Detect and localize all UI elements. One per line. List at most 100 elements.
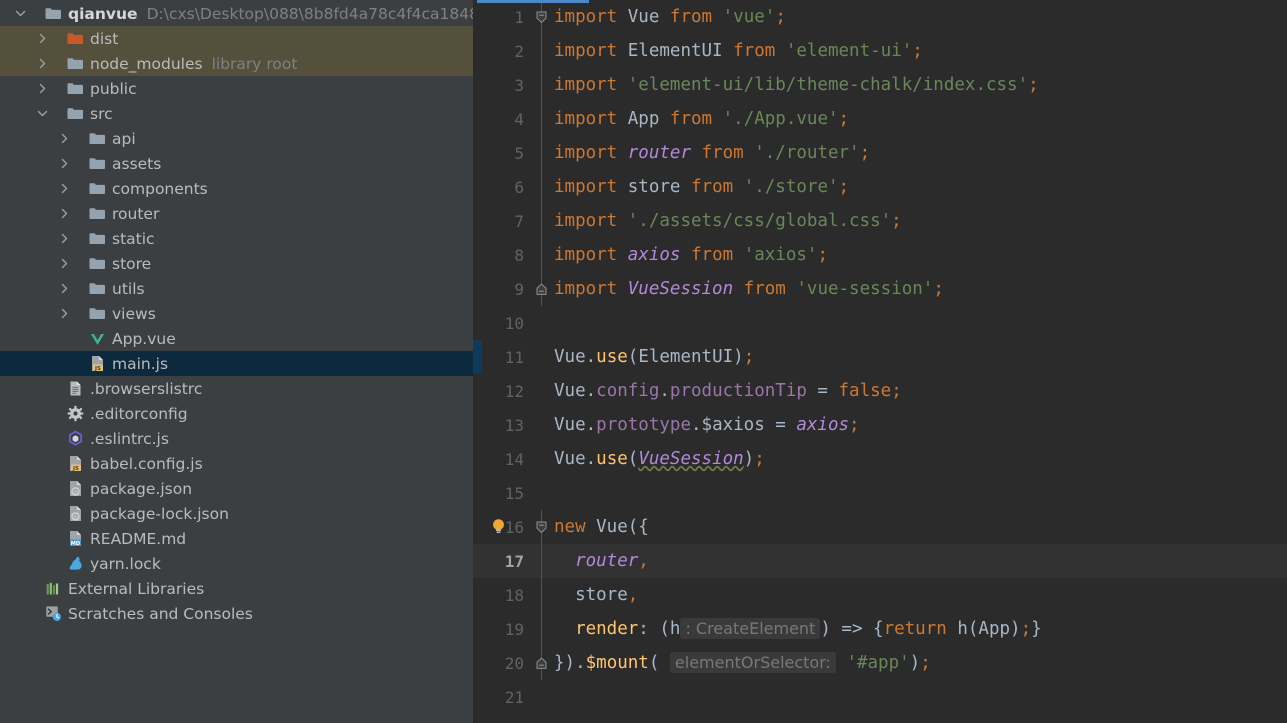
- line-number[interactable]: 1: [473, 8, 530, 27]
- line-number[interactable]: 9: [473, 280, 530, 299]
- code-text[interactable]: }).$mount( elementOrSelector: '#app');: [552, 652, 931, 673]
- code-text[interactable]: import Vue from 'vue';: [552, 7, 786, 27]
- code-line[interactable]: 14 Vue.use(VueSession);: [473, 442, 1287, 476]
- code-text[interactable]: Vue.use(VueSession);: [552, 449, 765, 469]
- chevron-down-icon[interactable]: [14, 7, 27, 20]
- line-number[interactable]: 20: [473, 654, 530, 673]
- tree-row-utils[interactable]: utils: [0, 276, 473, 301]
- chevron-right-icon[interactable]: [58, 282, 71, 295]
- chevron-right-icon[interactable]: [36, 57, 49, 70]
- tree-row-editorconfig[interactable]: .editorconfig: [0, 401, 473, 426]
- code-line[interactable]: 1 import Vue from 'vue';: [473, 0, 1287, 34]
- line-number[interactable]: 11: [473, 348, 530, 367]
- tree-row-public[interactable]: public: [0, 76, 473, 101]
- code-line[interactable]: 2 import ElementUI from 'element-ui';: [473, 34, 1287, 68]
- code-line[interactable]: 15: [473, 476, 1287, 510]
- tree-row-components[interactable]: components: [0, 176, 473, 201]
- code-line[interactable]: 3 import 'element-ui/lib/theme-chalk/inde…: [473, 68, 1287, 102]
- tree-row-static[interactable]: static: [0, 226, 473, 251]
- tree-row-scratches-and-consoles[interactable]: Scratches and Consoles: [0, 601, 473, 626]
- code-line[interactable]: 21: [473, 680, 1287, 714]
- tree-row-node-modules[interactable]: node_modules library root: [0, 51, 473, 76]
- code-text[interactable]: Vue.config.productionTip = false;: [552, 381, 902, 401]
- tree-row-package-json[interactable]: @ package.json: [0, 476, 473, 501]
- chevron-right-icon[interactable]: [58, 132, 71, 145]
- lightbulb-icon[interactable]: [491, 518, 506, 536]
- code-text[interactable]: import ElementUI from 'element-ui';: [552, 41, 923, 61]
- code-text[interactable]: import router from './router';: [552, 143, 870, 163]
- tree-row-src[interactable]: src: [0, 101, 473, 126]
- code-text[interactable]: import store from './store';: [552, 177, 849, 197]
- tree-row-eslintrc-js[interactable]: .eslintrc.js: [0, 426, 473, 451]
- code-line[interactable]: 9 import VueSession from 'vue-session';: [473, 272, 1287, 306]
- tree-row-dist[interactable]: dist: [0, 26, 473, 51]
- line-number[interactable]: 15: [473, 484, 530, 503]
- tree-row-babel-config-js[interactable]: JS babel.config.js: [0, 451, 473, 476]
- chevron-right-icon[interactable]: [58, 182, 71, 195]
- code-line[interactable]: 19 render: (h: CreateElement) => {return…: [473, 612, 1287, 646]
- code-line[interactable]: 10: [473, 306, 1287, 340]
- code-line[interactable]: 4 import App from './App.vue';: [473, 102, 1287, 136]
- chevron-right-icon[interactable]: [58, 257, 71, 270]
- tree-row-assets[interactable]: assets: [0, 151, 473, 176]
- code-line[interactable]: 20 }).$mount( elementOrSelector: '#app');: [473, 646, 1287, 680]
- code-line[interactable]: 16 new Vue({: [473, 510, 1287, 544]
- chevron-down-icon[interactable]: [36, 107, 49, 120]
- chevron-right-icon[interactable]: [36, 32, 49, 45]
- code-text[interactable]: new Vue({: [552, 517, 649, 537]
- code-line[interactable]: 13 Vue.prototype.$axios = axios;: [473, 408, 1287, 442]
- code-line[interactable]: 7 import './assets/css/global.css';: [473, 204, 1287, 238]
- tree-row-app-vue[interactable]: App.vue: [0, 326, 473, 351]
- line-number[interactable]: 6: [473, 178, 530, 197]
- code-text[interactable]: import axios from 'axios';: [552, 245, 828, 265]
- code-text[interactable]: render: (h: CreateElement) => {return h(…: [552, 618, 1042, 639]
- code-line[interactable]: 17 router,: [473, 544, 1287, 578]
- code-text[interactable]: import App from './App.vue';: [552, 109, 849, 129]
- tree-row-views[interactable]: views: [0, 301, 473, 326]
- line-number[interactable]: 7: [473, 212, 530, 231]
- tree-row-main-js[interactable]: JS main.js: [0, 351, 473, 376]
- line-number[interactable]: 10: [473, 314, 530, 333]
- tree-row-store[interactable]: store: [0, 251, 473, 276]
- chevron-right-icon[interactable]: [58, 207, 71, 220]
- tree-row-external-libraries[interactable]: External Libraries: [0, 576, 473, 601]
- line-number[interactable]: 5: [473, 144, 530, 163]
- code-line[interactable]: 5 import router from './router';: [473, 136, 1287, 170]
- fold-collapse-start-icon[interactable]: [530, 510, 552, 544]
- code-text[interactable]: store,: [552, 585, 638, 605]
- chevron-right-icon[interactable]: [36, 82, 49, 95]
- tree-row-router[interactable]: router: [0, 201, 473, 226]
- code-line[interactable]: 11 Vue.use(ElementUI);: [473, 340, 1287, 374]
- line-number[interactable]: 4: [473, 110, 530, 129]
- code-line[interactable]: 6 import store from './store';: [473, 170, 1287, 204]
- code-line[interactable]: 18 store,: [473, 578, 1287, 612]
- line-number[interactable]: 3: [473, 76, 530, 95]
- code-text[interactable]: router,: [552, 551, 649, 571]
- tree-row-root[interactable]: qianvue D:\cxs\Desktop\088\8b8fd4a78c4f4c…: [0, 1, 473, 26]
- fold-collapse-start-icon[interactable]: [530, 0, 552, 34]
- chevron-right-icon[interactable]: [58, 307, 71, 320]
- tree-row-readme-md[interactable]: MD README.md: [0, 526, 473, 551]
- line-number[interactable]: 8: [473, 246, 530, 265]
- code-text[interactable]: Vue.prototype.$axios = axios;: [552, 415, 860, 435]
- line-number[interactable]: 2: [473, 42, 530, 61]
- code-line[interactable]: 8 import axios from 'axios';: [473, 238, 1287, 272]
- chevron-right-icon[interactable]: [58, 232, 71, 245]
- line-number[interactable]: 14: [473, 450, 530, 469]
- tree-row-browserslistrc[interactable]: .browserslistrc: [0, 376, 473, 401]
- code-editor[interactable]: 1 import Vue from 'vue'; 2 import ElementUI…: [473, 0, 1287, 723]
- line-number[interactable]: 17: [473, 552, 530, 571]
- fold-collapse-end-icon[interactable]: [530, 272, 552, 306]
- code-line[interactable]: 12 Vue.config.productionTip = false;: [473, 374, 1287, 408]
- code-text[interactable]: import './assets/css/global.css';: [552, 211, 902, 231]
- code-text[interactable]: Vue.use(ElementUI);: [552, 347, 754, 367]
- line-number[interactable]: 13: [473, 416, 530, 435]
- project-tree[interactable]: qianvue D:\cxs\Desktop\088\8b8fd4a78c4f4c…: [0, 0, 473, 626]
- tree-row-yarn-lock[interactable]: yarn.lock: [0, 551, 473, 576]
- line-number[interactable]: 18: [473, 586, 530, 605]
- tree-row-package-lock-json[interactable]: @ package-lock.json: [0, 501, 473, 526]
- line-number[interactable]: 21: [473, 688, 530, 707]
- line-number[interactable]: 19: [473, 620, 530, 639]
- line-number[interactable]: 12: [473, 382, 530, 401]
- code-text[interactable]: import 'element-ui/lib/theme-chalk/index…: [552, 75, 1039, 95]
